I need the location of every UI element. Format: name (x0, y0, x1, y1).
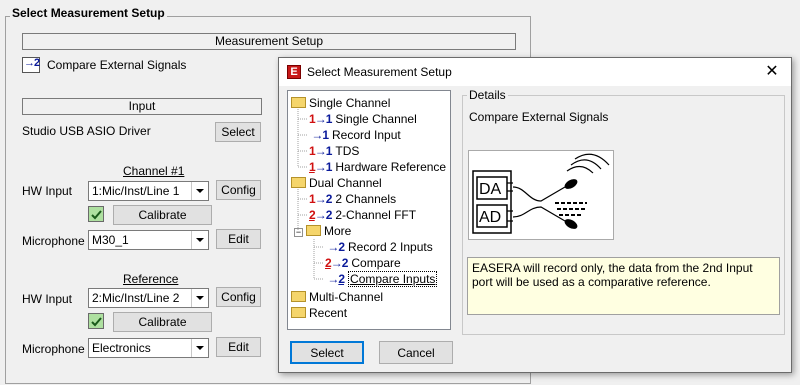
easera-app-icon: E (287, 65, 301, 79)
svg-text:DA: DA (479, 181, 502, 198)
tree-label: Multi-Channel (309, 290, 384, 304)
checkmark-icon (91, 317, 102, 327)
group-title: Select Measurement Setup (10, 6, 167, 20)
channel1-microphone-value: M30_1 (92, 233, 129, 247)
folder-closed-icon (291, 307, 306, 318)
tree-label: Record Input (332, 128, 401, 142)
checkmark-icon (91, 210, 102, 220)
tree-item-compare[interactable]: 2→2 Compare (325, 255, 401, 271)
tree-item-hardware-reference[interactable]: 1→1 Hardware Reference (309, 159, 446, 175)
driver-name: Studio USB ASIO Driver (22, 124, 151, 138)
svg-text:AD: AD (479, 209, 501, 226)
chevron-down-icon[interactable] (191, 182, 208, 200)
chevron-down-icon[interactable] (191, 289, 208, 307)
chevron-down-icon[interactable] (191, 231, 208, 249)
setup-tree[interactable]: Single Channel 1→1 Single Channel →1 Recor… (287, 90, 451, 330)
channel1-microphone-select[interactable]: M30_1 (88, 230, 209, 250)
tree-label: Record 2 Inputs (348, 240, 433, 254)
reference-title: Reference (123, 272, 179, 286)
tree-item-compare-inputs[interactable]: →2 Compare Inputs (325, 271, 438, 287)
channel1-microphone-label: Microphone (22, 234, 85, 248)
reference-edit-button[interactable]: Edit (216, 337, 261, 357)
tree-item-record-2-inputs[interactable]: →2 Record 2 Inputs (325, 239, 433, 255)
folder-closed-icon (291, 291, 306, 302)
cancel-button[interactable]: Cancel (379, 341, 453, 364)
tree-label: 2 Channels (335, 192, 397, 206)
channel1-hw-input-value: 1:Mic/Inst/Line 1 (92, 184, 180, 198)
tree-label: Compare (351, 256, 401, 270)
reference-microphone-label: Microphone (22, 342, 85, 356)
reference-hw-input-select[interactable]: 2:Mic/Inst/Line 2 (88, 288, 209, 308)
tree-lines (297, 109, 324, 280)
channel1-calibrate-checkbox[interactable] (88, 206, 104, 222)
reference-microphone-select[interactable]: Electronics (88, 338, 209, 358)
close-icon[interactable]: ✕ (761, 61, 783, 83)
measurement-setup-header: Measurement Setup (22, 33, 516, 50)
channel1-hw-input-label: HW Input (22, 184, 73, 198)
dialog-title: Select Measurement Setup (307, 65, 452, 79)
select-button[interactable]: Select (290, 341, 364, 364)
tree-label: TDS (335, 144, 360, 158)
tree-label: 2-Channel FFT (335, 208, 417, 222)
channel1-title: Channel #1 (123, 164, 185, 178)
channel1-hw-input-select[interactable]: 1:Mic/Inst/Line 1 (88, 181, 209, 201)
tree-label: Recent (309, 306, 348, 320)
select-measurement-setup-dialog: E Select Measurement Setup ✕ Single Chan… (278, 57, 792, 373)
compare-icon: 2→2 (325, 256, 348, 270)
tree-folder-recent[interactable]: Recent (291, 305, 347, 321)
reference-hw-input-label: HW Input (22, 292, 73, 306)
tree-folder-multi-channel[interactable]: Multi-Channel (291, 289, 383, 305)
reference-calibrate-button[interactable]: Calibrate (113, 312, 212, 332)
reference-calibrate-checkbox[interactable] (88, 313, 104, 329)
dialog-titlebar[interactable]: E Select Measurement Setup ✕ (279, 58, 791, 86)
channel1-edit-button[interactable]: Edit (216, 229, 261, 249)
tree-label-selected: Compare Inputs (348, 271, 438, 287)
tree-label: Hardware Reference (335, 160, 447, 174)
details-label: Details (467, 88, 508, 102)
channel1-calibrate-button[interactable]: Calibrate (113, 205, 212, 225)
select-driver-button[interactable]: Select (215, 122, 261, 142)
reference-microphone-value: Electronics (92, 341, 151, 355)
reference-hw-input-value: 2:Mic/Inst/Line 2 (92, 291, 180, 305)
input-header: Input (22, 98, 262, 115)
setup-description: EASERA will record only, the data from t… (467, 257, 780, 315)
details-title: Compare External Signals (469, 110, 609, 124)
chevron-down-icon[interactable] (191, 339, 208, 357)
ad-label: AD (479, 209, 501, 226)
channel1-config-button[interactable]: Config (216, 180, 261, 200)
setup-diagram-image: DA AD (468, 150, 614, 240)
compare-signals-icon: →2 (22, 57, 40, 73)
tree-label: Single Channel (335, 112, 417, 126)
current-setup-label: Compare External Signals (47, 58, 187, 72)
reference-config-button[interactable]: Config (216, 287, 261, 307)
da-label: DA (479, 181, 502, 198)
tree-label: More (324, 224, 352, 238)
